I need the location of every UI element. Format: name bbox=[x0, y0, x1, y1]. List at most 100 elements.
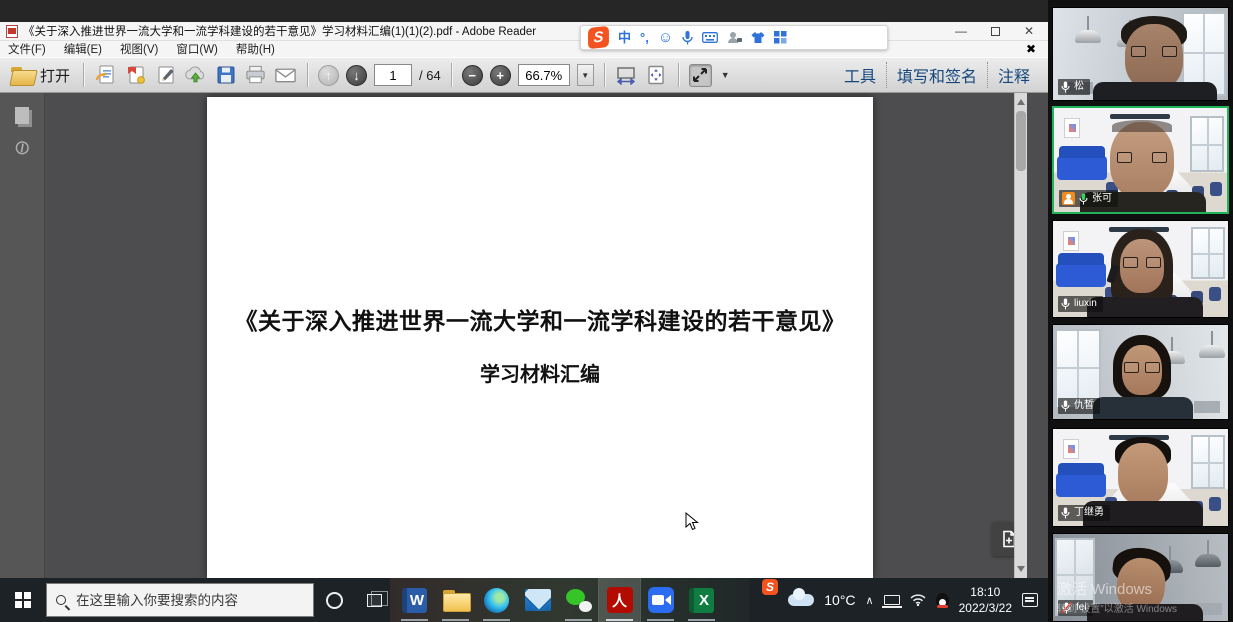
export-pdf-icon[interactable] bbox=[94, 64, 117, 87]
open-folder-icon bbox=[11, 67, 35, 84]
menu-window[interactable]: 窗口(W) bbox=[176, 41, 218, 57]
start-button[interactable] bbox=[0, 578, 46, 622]
reader-titlebar: 《关于深入推进世界一流大学和一流学科建设的若干意见》学习材料汇编(1)(1)(2… bbox=[0, 22, 1048, 41]
create-pdf-icon[interactable] bbox=[124, 64, 147, 87]
zoom-out-button[interactable]: − bbox=[462, 65, 483, 86]
meeting-video-panel: 松 张可 bbox=[1048, 0, 1233, 622]
menu-help[interactable]: 帮助(H) bbox=[236, 41, 275, 57]
file-explorer-icon bbox=[443, 590, 469, 610]
ime-keyboard-icon[interactable] bbox=[702, 32, 718, 43]
ime-emoji-icon[interactable]: ☺ bbox=[658, 30, 673, 45]
activate-windows-hint: 转到“设置”以激活 Windows bbox=[1057, 600, 1177, 615]
zoom-level-input[interactable] bbox=[518, 64, 570, 86]
taskbar-app-wechat[interactable] bbox=[558, 578, 599, 622]
fit-page-icon[interactable] bbox=[645, 64, 668, 87]
qq-icon[interactable] bbox=[936, 593, 949, 608]
tray-expand-icon[interactable]: ∧ bbox=[866, 594, 874, 607]
print-icon[interactable] bbox=[244, 64, 267, 87]
fit-width-icon[interactable] bbox=[615, 64, 638, 87]
toolbar-close-icon[interactable]: ✖ bbox=[1026, 42, 1040, 56]
temperature-label[interactable]: 10°C bbox=[824, 592, 855, 608]
cloud-upload-icon[interactable] bbox=[184, 64, 207, 87]
reading-mode-icon[interactable] bbox=[689, 64, 712, 87]
window-title: 《关于深入推进世界一流大学和一流学科建设的若干意见》学习材料汇编(1)(1)(2… bbox=[23, 23, 536, 39]
ime-mode-icon[interactable]: 中 bbox=[618, 31, 631, 44]
taskbar-app-explorer[interactable] bbox=[435, 578, 476, 622]
ime-mic-icon[interactable] bbox=[682, 31, 693, 45]
system-tray: 10°C ∧ 18:10 2022/3/22 bbox=[788, 584, 1048, 616]
ime-skin-icon[interactable] bbox=[751, 31, 765, 44]
reader-toolbar: 打开 ↑ ↓ / 64 − + ▼ bbox=[0, 57, 1048, 93]
fill-sign-panel-button[interactable]: 填写和签名 bbox=[887, 59, 987, 91]
action-center-icon[interactable] bbox=[1022, 593, 1038, 607]
page-count-label: / 64 bbox=[419, 68, 441, 83]
participant-video-5[interactable]: 丁继勇 bbox=[1052, 428, 1229, 527]
reader-body: ⊘ 《关于深入推进世界一流大学和一流学科建设的若干意见》 学习材料汇编 bbox=[0, 93, 1048, 578]
taskbar-app-edge[interactable] bbox=[476, 578, 517, 622]
search-input[interactable] bbox=[74, 592, 289, 609]
taskbar-clock[interactable]: 18:10 2022/3/22 bbox=[959, 584, 1012, 616]
reader-menubar: 文件(F) 编辑(E) 视图(V) 窗口(W) 帮助(H) ✖ bbox=[0, 41, 1048, 57]
ime-punctuation-icon[interactable]: °, bbox=[640, 31, 649, 44]
taskbar-app-adobe-reader[interactable]: 人 bbox=[599, 578, 640, 622]
participant-video-4[interactable]: 仇皙 bbox=[1052, 324, 1229, 420]
screen: 《关于深入推进世界一流大学和一流学科建设的若干意见》学习材料汇编(1)(1)(2… bbox=[0, 0, 1233, 622]
wifi-icon[interactable] bbox=[910, 594, 926, 606]
tools-panel-button[interactable]: 工具 bbox=[834, 59, 886, 91]
previous-page-button[interactable]: ↑ bbox=[318, 65, 339, 86]
save-icon[interactable] bbox=[214, 64, 237, 87]
participant-video-6[interactable]: 激活 Windows 转到“设置”以激活 Windows fei bbox=[1052, 533, 1229, 622]
adobe-reader-icon: 人 bbox=[607, 587, 633, 613]
next-page-button[interactable]: ↓ bbox=[346, 65, 367, 86]
ime-toolbox-icon[interactable] bbox=[774, 31, 787, 44]
email-icon[interactable] bbox=[274, 64, 297, 87]
sogou-tray-icon[interactable]: S bbox=[762, 579, 778, 595]
menu-edit[interactable]: 编辑(E) bbox=[64, 41, 102, 57]
close-button[interactable]: ✕ bbox=[1024, 25, 1034, 37]
scrollbar-thumb[interactable] bbox=[1016, 111, 1026, 171]
background-strip bbox=[0, 0, 1048, 22]
reading-mode-dropdown[interactable]: ▼ bbox=[719, 70, 732, 80]
maximize-button[interactable] bbox=[991, 27, 1000, 36]
tencent-meeting-icon bbox=[648, 587, 674, 613]
sign-icon[interactable] bbox=[154, 64, 177, 87]
wechat-icon bbox=[566, 588, 592, 612]
taskbar-app-meeting[interactable] bbox=[640, 578, 681, 622]
ime-account-icon[interactable] bbox=[727, 31, 742, 44]
taskbar-app-word[interactable]: W bbox=[394, 578, 435, 622]
weather-icon[interactable] bbox=[788, 594, 814, 606]
cortana-button[interactable] bbox=[314, 578, 354, 622]
zoom-dropdown-button[interactable]: ▼ bbox=[577, 64, 594, 86]
menu-view[interactable]: 视图(V) bbox=[120, 41, 158, 57]
scroll-down-icon[interactable] bbox=[1017, 566, 1025, 572]
menu-file[interactable]: 文件(F) bbox=[8, 41, 46, 57]
taskbar-app-mail[interactable] bbox=[517, 578, 558, 622]
taskbar-app-excel[interactable]: X bbox=[681, 578, 722, 622]
hardware-icon[interactable] bbox=[884, 595, 900, 605]
mic-on-icon bbox=[1061, 507, 1070, 519]
vertical-scrollbar[interactable] bbox=[1014, 93, 1027, 578]
mic-on-icon bbox=[1061, 81, 1070, 93]
mic-on-icon bbox=[1061, 298, 1070, 310]
activate-windows-watermark: 激活 Windows bbox=[1057, 578, 1152, 599]
participant-video-3[interactable]: liuxin bbox=[1052, 220, 1229, 318]
taskbar-search[interactable] bbox=[46, 583, 314, 617]
participant-video-1[interactable]: 松 bbox=[1052, 7, 1229, 101]
participant-name: 松 bbox=[1074, 82, 1084, 92]
minimize-button[interactable]: — bbox=[955, 25, 967, 37]
scroll-up-icon[interactable] bbox=[1017, 99, 1025, 105]
attachments-icon[interactable]: ⊘ bbox=[12, 138, 32, 158]
navigation-rail: ⊘ bbox=[0, 93, 45, 578]
sogou-logo-icon[interactable]: S bbox=[588, 26, 609, 49]
page-number-input[interactable] bbox=[374, 64, 412, 86]
task-view-button[interactable] bbox=[354, 578, 394, 622]
windows-logo-icon bbox=[15, 592, 31, 608]
participant-name: liuxin bbox=[1074, 299, 1097, 309]
participant-video-2[interactable]: 张可 bbox=[1052, 106, 1229, 214]
zoom-in-button[interactable]: + bbox=[490, 65, 511, 86]
mic-active-icon bbox=[1079, 193, 1088, 205]
page-thumbnails-icon[interactable] bbox=[12, 107, 32, 124]
word-icon: W bbox=[402, 588, 427, 613]
comment-panel-button[interactable]: 注释 bbox=[988, 59, 1040, 91]
open-button[interactable]: 打开 bbox=[8, 63, 73, 88]
